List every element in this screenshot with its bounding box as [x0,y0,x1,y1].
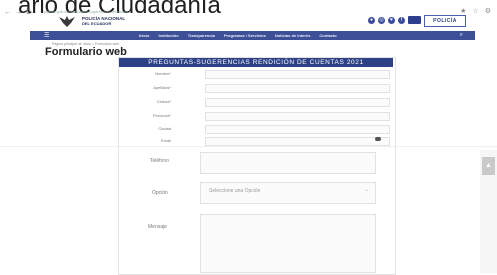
field-label: Ciudad [158,126,171,131]
logo-text: POLICÍA NACIONAL DEL ECUADOR [82,16,125,26]
section-divider [0,146,497,147]
forward-icon[interactable]: → [15,9,22,16]
social-links: ● ◎ ♥ f [368,17,405,24]
telefono-input[interactable] [200,152,376,174]
field-label: Teléfono [150,158,169,164]
field-row-cedula: Cédula* [119,97,393,107]
mensaje-textarea[interactable] [200,214,376,273]
opcion-select[interactable]: Seleccione una Opción ⌄ [200,182,376,204]
field-label: Cédula* [156,99,171,104]
flag-icon[interactable] [408,16,421,24]
policia-button[interactable]: POLICÍA [424,15,466,27]
field-row-apellidos: Apellidos* [119,83,393,93]
eagle-logo-icon[interactable] [58,14,76,28]
social-icon-1[interactable]: ● [368,17,375,24]
field-label: Nombre* [155,71,171,76]
social-icon-3[interactable]: ♥ [388,17,395,24]
nav-item-institucion[interactable]: Institución [158,33,178,38]
page-title: Formulario web [45,46,127,58]
chevron-down-icon: ⌄ [364,187,369,193]
site-header: POLICÍA NACIONAL DEL ECUADOR ● ◎ ♥ f POL… [58,13,478,29]
nav-item-programas[interactable]: Programas / Servicios [224,33,266,38]
ciudad-input[interactable] [205,125,390,134]
apellidos-input[interactable] [205,84,390,93]
nav-item-transparencia[interactable]: Transparencia [188,33,215,38]
reload-icon[interactable]: C [26,9,31,16]
nav-item-noticias[interactable]: Noticias de Interés [275,33,311,38]
nombre-input[interactable] [205,70,390,79]
select-value: Seleccione una Opción [209,188,261,194]
nav-item-contacto[interactable]: Contacto [319,33,336,38]
field-label: Email [160,138,171,143]
form-header: PREGUNTAS-SUGERENCIAS RENDICIÓN DE CUENT… [119,58,393,67]
hamburger-menu-icon[interactable]: ☰ [44,33,54,39]
logo-line2: DEL ECUADOR [82,21,112,26]
field-row-email: Email [119,136,393,146]
field-label: Mensaje [148,224,167,230]
field-label: Opción [152,190,168,196]
field-label: Apellidos* [153,85,171,90]
back-icon[interactable]: ← [4,9,11,16]
email-field-icon [375,137,381,141]
facebook-icon[interactable]: f [398,17,405,24]
field-row-ciudad: Ciudad [119,124,393,134]
social-icon-2[interactable]: ◎ [378,17,385,24]
nav-item-inicio[interactable]: Inicio [139,33,149,38]
field-row-nombre: Nombre* [119,69,393,79]
settings-icon[interactable]: ⚙ [485,7,491,15]
search-icon[interactable]: ⌕ [460,32,463,39]
cedula-input[interactable] [205,98,390,107]
field-row-provincia: Provincia* [119,111,393,121]
provincia-input[interactable] [205,112,390,121]
scroll-up-icon[interactable]: ▲ [482,157,495,175]
field-label: Provincia* [152,113,171,118]
email-input[interactable] [205,137,390,146]
main-navbar: ☰ Inicio Institución Transparencia Progr… [30,31,475,40]
